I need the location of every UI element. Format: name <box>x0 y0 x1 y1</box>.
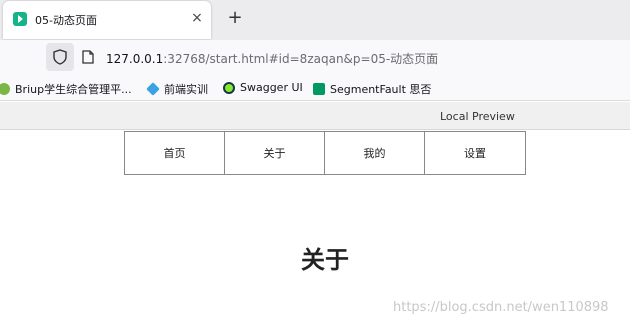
bookmark-label: SegmentFault 思否 <box>330 83 432 96</box>
page-icon[interactable] <box>82 50 94 64</box>
new-tab-button[interactable]: + <box>225 8 245 28</box>
sf-icon <box>313 83 325 95</box>
cube-icon <box>146 82 160 96</box>
tab-title: 05-动态页面 <box>35 14 97 27</box>
preview-bar: Local Preview <box>0 102 630 130</box>
bookmarks-toolbar: Briup学生综合管理平... 前端实训 Swagger UI SegmentF… <box>0 75 630 101</box>
browser-tab[interactable]: 05-动态页面 × <box>3 1 211 39</box>
briup-icon <box>0 83 10 95</box>
bookmark-label: Briup学生综合管理平... <box>15 83 132 96</box>
url-path: :32768/start.html#id=8zaqan&p=05-动态页面 <box>163 52 439 66</box>
nav-item-settings[interactable]: 设置 <box>425 132 525 174</box>
bookmark-label: Swagger UI <box>240 81 303 94</box>
nav-item-mine[interactable]: 我的 <box>325 132 425 174</box>
bookmark-segmentfault[interactable]: SegmentFault 思否 <box>313 81 431 97</box>
watermark: https://blog.csdn.net/wen110898 <box>393 300 609 315</box>
bookmark-swagger[interactable]: Swagger UI <box>223 81 303 94</box>
nav-item-about[interactable]: 关于 <box>225 132 325 174</box>
bookmark-briup[interactable]: Briup学生综合管理平... <box>0 81 132 97</box>
tab-strip: 05-动态页面 × + <box>0 0 630 40</box>
address-bar: 127.0.0.1:32768/start.html#id=8zaqan&p=0… <box>0 40 630 75</box>
bookmark-frontend[interactable]: 前端实训 <box>146 81 208 97</box>
play-icon <box>13 12 27 26</box>
page-nav: 首页 关于 我的 设置 <box>124 131 526 175</box>
page-title: 关于 <box>301 246 349 274</box>
shield-icon <box>53 49 67 65</box>
url-host: 127.0.0.1 <box>106 52 164 66</box>
url-field[interactable]: 127.0.0.1:32768/start.html#id=8zaqan&p=0… <box>106 50 438 67</box>
nav-item-home[interactable]: 首页 <box>125 132 225 174</box>
tracking-protection-button[interactable] <box>46 43 74 71</box>
preview-label: Local Preview <box>440 110 515 123</box>
swagger-icon <box>223 81 235 94</box>
bookmark-label: 前端实训 <box>164 83 208 96</box>
close-icon[interactable]: × <box>189 10 205 26</box>
